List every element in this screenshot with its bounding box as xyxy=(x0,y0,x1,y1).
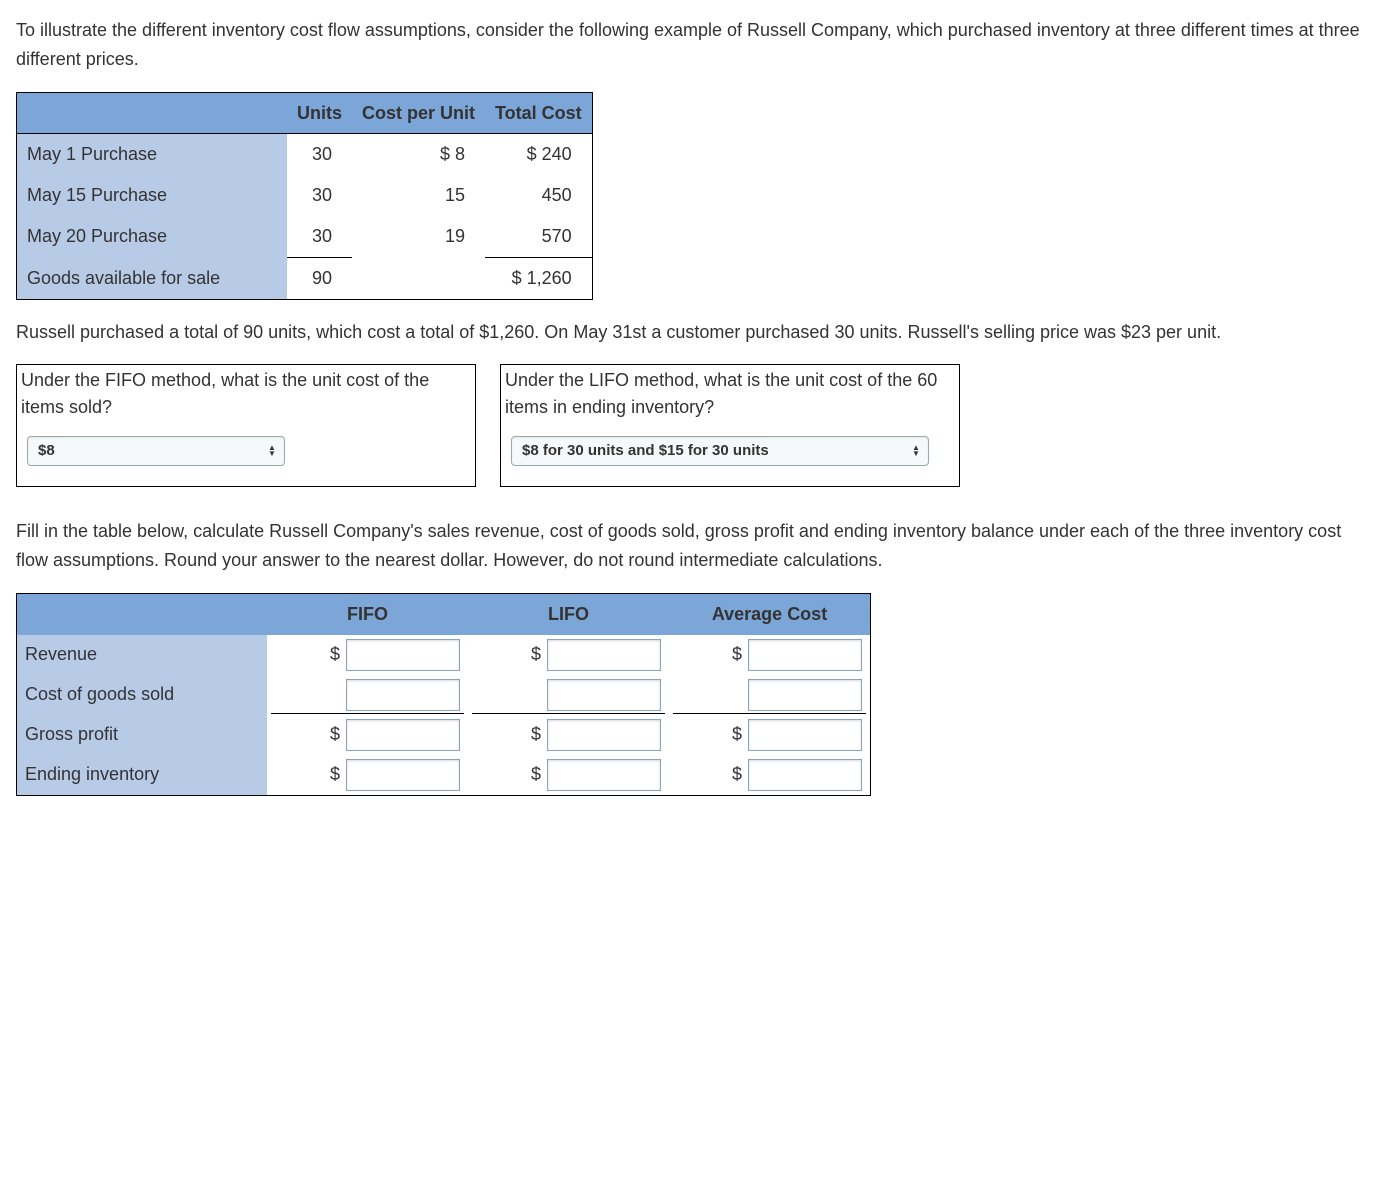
table-row: May 15 Purchase 30 15 450 xyxy=(17,175,593,216)
input-cell: $ xyxy=(669,755,871,796)
stepper-arrows-icon: ▲▼ xyxy=(910,445,922,457)
intro-text: To illustrate the different inventory co… xyxy=(16,16,1360,74)
currency-symbol: $ xyxy=(326,760,340,789)
input-cell: $ xyxy=(468,715,669,755)
row-label: Revenue xyxy=(17,635,268,675)
input-cell xyxy=(267,675,468,715)
currency-symbol: $ xyxy=(728,720,742,749)
table-row: Cost of goods sold xyxy=(17,675,871,715)
value-input[interactable] xyxy=(547,679,661,711)
fifo-answer-select[interactable]: $8 ▲▼ xyxy=(27,436,285,466)
cell-cpu: $ 8 xyxy=(352,134,485,175)
results-table: FIFO LIFO Average Cost Revenue $ $ $ Cost of… xyxy=(16,593,871,796)
paragraph-3: Fill in the table below, calculate Russe… xyxy=(16,517,1360,575)
value-input[interactable] xyxy=(748,759,862,791)
col-avg: Average Cost xyxy=(669,593,871,634)
value-input[interactable] xyxy=(748,679,862,711)
row-label: Cost of goods sold xyxy=(17,675,268,715)
col-cpu: Cost per Unit xyxy=(352,92,485,134)
cell-units: 30 xyxy=(287,134,352,175)
input-cell: $ xyxy=(267,635,468,675)
purchase-table: Units Cost per Unit Total Cost May 1 Pur… xyxy=(16,92,593,300)
cell-units: 30 xyxy=(287,216,352,257)
currency-symbol: $ xyxy=(527,640,541,669)
currency-symbol: $ xyxy=(326,640,340,669)
currency-symbol: $ xyxy=(728,760,742,789)
col-units: Units xyxy=(287,92,352,134)
value-input[interactable] xyxy=(547,719,661,751)
paragraph-2: Russell purchased a total of 90 units, w… xyxy=(16,318,1360,347)
table-row: Revenue $ $ $ xyxy=(17,635,871,675)
input-cell: $ xyxy=(267,755,468,796)
input-cell: $ xyxy=(468,635,669,675)
value-input[interactable] xyxy=(346,719,460,751)
currency-symbol: $ xyxy=(326,720,340,749)
value-input[interactable] xyxy=(748,719,862,751)
table-row: May 1 Purchase 30 $ 8 $ 240 xyxy=(17,134,593,175)
lifo-answer-value: $8 for 30 units and $15 for 30 units xyxy=(522,439,779,463)
col-fifo: FIFO xyxy=(267,593,468,634)
cell-cpu: 19 xyxy=(352,216,485,257)
row-label: May 15 Purchase xyxy=(17,175,288,216)
input-cell: $ xyxy=(669,635,871,675)
value-input[interactable] xyxy=(547,759,661,791)
fifo-question-box: Under the FIFO method, what is the unit … xyxy=(16,364,476,487)
cell-units: 30 xyxy=(287,175,352,216)
table-row: Ending inventory $ $ $ xyxy=(17,755,871,796)
value-input[interactable] xyxy=(748,639,862,671)
currency-symbol: $ xyxy=(728,640,742,669)
input-cell: $ xyxy=(468,755,669,796)
fifo-answer-value: $8 xyxy=(38,439,65,463)
input-cell xyxy=(669,675,871,715)
row-label: Ending inventory xyxy=(17,755,268,796)
row-label: Gross profit xyxy=(17,715,268,755)
table-row: Gross profit $ $ $ xyxy=(17,715,871,755)
input-cell xyxy=(468,675,669,715)
fifo-question-text: Under the FIFO method, what is the unit … xyxy=(21,367,469,421)
cell-cpu xyxy=(352,257,485,299)
currency-symbol: $ xyxy=(527,720,541,749)
row-label: Goods available for sale xyxy=(17,257,288,299)
lifo-answer-select[interactable]: $8 for 30 units and $15 for 30 units ▲▼ xyxy=(511,436,929,466)
stepper-arrows-icon: ▲▼ xyxy=(266,445,278,457)
row-label: May 1 Purchase xyxy=(17,134,288,175)
row-label: May 20 Purchase xyxy=(17,216,288,257)
value-input[interactable] xyxy=(346,639,460,671)
input-cell: $ xyxy=(267,715,468,755)
lifo-question-text: Under the LIFO method, what is the unit … xyxy=(505,367,953,421)
col-lifo: LIFO xyxy=(468,593,669,634)
table-row: May 20 Purchase 30 19 570 xyxy=(17,216,593,257)
value-input[interactable] xyxy=(346,759,460,791)
cell-cpu: 15 xyxy=(352,175,485,216)
cell-total: $ 240 xyxy=(485,134,592,175)
cell-units: 90 xyxy=(287,257,352,299)
value-input[interactable] xyxy=(547,639,661,671)
lifo-question-box: Under the LIFO method, what is the unit … xyxy=(500,364,960,487)
cell-total: 450 xyxy=(485,175,592,216)
cell-total: $ 1,260 xyxy=(485,257,592,299)
currency-symbol: $ xyxy=(527,760,541,789)
table-row-total: Goods available for sale 90 $ 1,260 xyxy=(17,257,593,299)
value-input[interactable] xyxy=(346,679,460,711)
input-cell: $ xyxy=(669,715,871,755)
col-blank xyxy=(17,92,288,134)
col-total: Total Cost xyxy=(485,92,592,134)
cell-total: 570 xyxy=(485,216,592,257)
col-blank xyxy=(17,593,268,634)
